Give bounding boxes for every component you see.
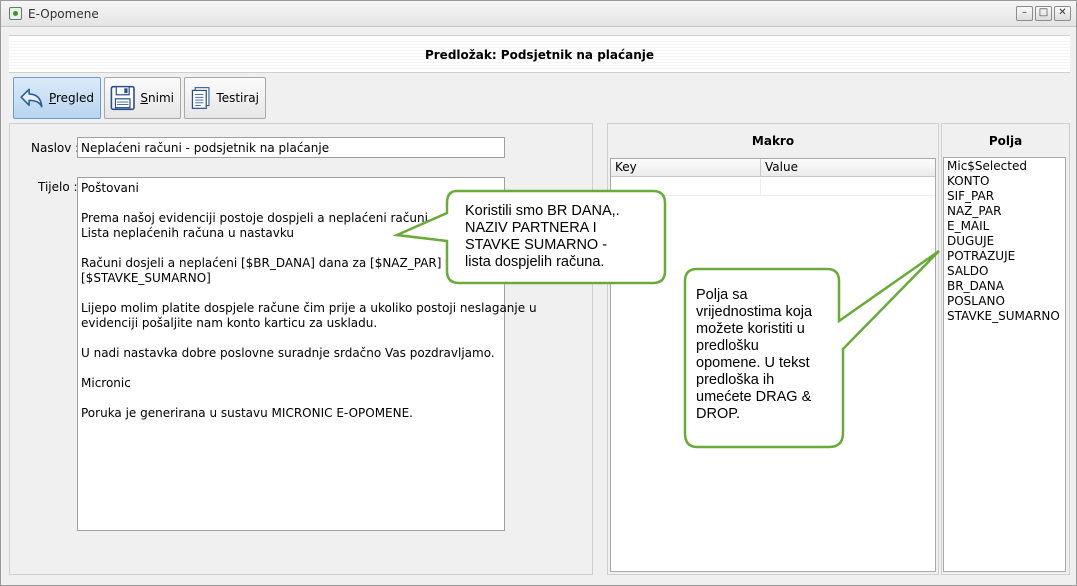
app-logo-icon xyxy=(9,7,22,20)
page-title: Predložak: Podsjetnik na plaćanje xyxy=(424,48,655,62)
tijelo-line: Računi dosjeli a neplaćeni [$BR_DANA] da… xyxy=(81,256,442,270)
tijelo-line xyxy=(81,196,501,211)
value-cell[interactable] xyxy=(761,178,935,196)
pregled-button[interactable]: Pregled xyxy=(13,77,101,119)
testiraj-label: Testiraj xyxy=(216,91,259,105)
title-bar[interactable]: E-Opomene – □ ✕ xyxy=(1,1,1076,27)
page-header: Predložak: Podsjetnik na plaćanje xyxy=(9,35,1070,73)
callout-line: predlošku xyxy=(696,338,759,354)
tijelo-line xyxy=(81,331,501,346)
polja-item[interactable]: SALDO xyxy=(947,264,1062,279)
polja-item[interactable]: NAZ_PAR xyxy=(947,204,1062,219)
polja-item[interactable]: E_MAIL xyxy=(947,219,1062,234)
polja-list[interactable]: Mic$Selected KONTO SIF_PAR NAZ_PAR E_MAIL DUG… xyxy=(943,157,1066,572)
makro-grid-header: Key Value xyxy=(611,159,935,177)
tijelo-line: Lista neplaćenih računa u nastavku xyxy=(81,226,295,240)
callout-line: možete koristiti u xyxy=(696,321,805,337)
naslov-input[interactable]: Neplaćeni računi - podsjetnik na plaćanj… xyxy=(77,137,505,158)
tijelo-line xyxy=(81,286,501,301)
polja-item[interactable]: POTRAZUJE xyxy=(947,249,1062,264)
floppy-disk-icon xyxy=(110,85,135,111)
window-title: E-Opomene xyxy=(28,7,99,21)
pregled-hotkey: P xyxy=(48,91,56,105)
document-icon xyxy=(191,87,210,109)
tijelo-line: Micronic xyxy=(81,376,131,390)
key-cell[interactable] xyxy=(611,178,761,196)
callout-line: NAZIV PARTNERA I xyxy=(465,220,597,236)
snimi-label-rest: nimi xyxy=(148,91,174,105)
tijelo-line: Poruka je generirana u sustavu MICRONIC … xyxy=(81,406,413,420)
callout-line: vrijednostima koja xyxy=(696,304,813,320)
app-window: E-Opomene – □ ✕ Predložak: Podsjetnik na… xyxy=(0,0,1077,586)
tijelo-line: [$STAVKE_SUMARNO] xyxy=(81,271,211,285)
maximize-button[interactable]: □ xyxy=(1035,6,1052,21)
tijelo-line: U nadi nastavka dobre poslovne suradnje … xyxy=(81,346,495,360)
callout-line: Polja sa xyxy=(696,287,748,303)
callout-line: opomene. U tekst xyxy=(696,355,810,371)
polja-item[interactable]: BR_DANA xyxy=(947,279,1062,294)
tijelo-line xyxy=(81,361,501,376)
column-header-key[interactable]: Key xyxy=(611,159,761,177)
callout-line: predloška ih xyxy=(696,372,775,388)
callout-line: Koristili smo BR DANA,. xyxy=(465,203,620,219)
back-arrow-icon xyxy=(20,88,43,108)
callout-line: umećete DRAG & xyxy=(696,389,812,405)
tijelo-line: Lijepo molim platite dospjele račune čim… xyxy=(81,301,537,315)
close-button[interactable]: ✕ xyxy=(1054,6,1071,21)
polja-item[interactable]: STAVKE_SUMARNO xyxy=(947,309,1062,324)
snimi-button[interactable]: Snimi xyxy=(104,77,181,119)
polja-pane: Polja Mic$Selected KONTO SIF_PAR NAZ_PAR E_M… xyxy=(941,123,1070,575)
makro-title: Makro xyxy=(751,134,795,148)
tijelo-line: Poštovani xyxy=(81,181,139,195)
testiraj-button[interactable]: Testiraj xyxy=(184,77,266,119)
pregled-label: Pregled xyxy=(49,91,94,105)
callout-text-2: Polja sa vrijednostima koja možete koristi… xyxy=(696,287,812,423)
tijelo-textarea[interactable]: Poštovani Prema našoj evidenciji postoje … xyxy=(77,177,537,531)
tijelo-line xyxy=(81,241,501,256)
snimi-hotkey: S xyxy=(140,91,149,105)
column-header-value[interactable]: Value xyxy=(761,159,935,177)
callout-line: DROP. xyxy=(696,406,741,422)
minimize-button[interactable]: – xyxy=(1016,6,1033,21)
naslov-label: Naslov : xyxy=(31,141,80,155)
snimi-label: Snimi xyxy=(140,91,174,105)
pregled-label-rest: regled xyxy=(55,91,94,105)
polja-item[interactable]: KONTO xyxy=(947,174,1062,189)
polja-item[interactable]: DUGUJE xyxy=(947,234,1062,249)
polja-item[interactable]: SIF_PAR xyxy=(947,189,1062,204)
callout-text-1: Koristili smo BR DANA,. NAZIV PARTNERA IS… xyxy=(465,203,620,271)
callout-line: STAVKE SUMARNO - xyxy=(465,237,608,253)
table-row[interactable] xyxy=(611,178,935,196)
polja-item[interactable]: POSLANO xyxy=(947,294,1062,309)
polja-item[interactable]: Mic$Selected xyxy=(947,159,1062,174)
tijelo-line: evidenciji pošaljite nam konto karticu z… xyxy=(81,316,378,330)
callout-line: lista dospjelih računa. xyxy=(465,254,605,270)
tijelo-label: Tijelo : xyxy=(38,180,78,194)
tijelo-line xyxy=(81,391,501,406)
tijelo-line: Prema našoj evidenciji postoje dospjeli … xyxy=(81,211,432,225)
polja-title: Polja xyxy=(988,134,1023,148)
pane-splitter[interactable] xyxy=(595,123,605,575)
